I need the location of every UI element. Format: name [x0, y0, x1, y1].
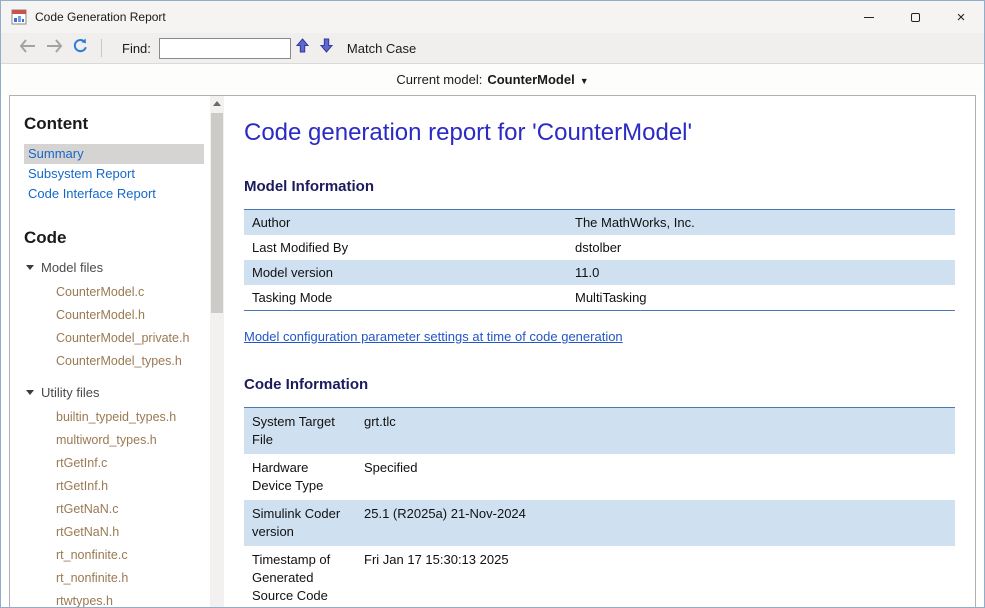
window-title: Code Generation Report	[35, 10, 166, 24]
row-label: Model version	[244, 260, 567, 285]
current-model-bar: Current model: CounterModel ▼	[1, 64, 984, 95]
table-row: Timestamp of Generated Source Code Fri J…	[244, 546, 955, 607]
row-label: System Target File	[244, 408, 356, 455]
sidebar: Content Summary Subsystem Report Code In…	[10, 96, 210, 607]
code-information-table: System Target File grt.tlc Hardware Devi…	[244, 407, 955, 607]
current-model-label: Current model:	[396, 72, 482, 87]
table-row: Tasking Mode MultiTasking	[244, 285, 955, 311]
row-label: Timestamp of Generated Source Code	[244, 546, 356, 607]
table-row: Hardware Device Type Specified	[244, 454, 955, 500]
sidebar-item-subsystem-report[interactable]: Subsystem Report	[24, 164, 204, 184]
toolbar-separator	[101, 39, 102, 57]
code-information-heading: Code Information	[244, 376, 955, 393]
model-information-table: Author The MathWorks, Inc. Last Modified…	[244, 209, 955, 311]
current-model-dropdown[interactable]: Current model: CounterModel ▼	[396, 72, 588, 87]
file-link[interactable]: multiword_types.h	[24, 429, 210, 452]
current-model-name: CounterModel	[487, 72, 574, 87]
row-value: dstolber	[567, 235, 955, 260]
row-value: The MathWorks, Inc.	[567, 210, 955, 236]
row-label: Hardware Device Type	[244, 454, 356, 500]
file-link[interactable]: CounterModel.c	[24, 281, 210, 304]
page-title: Code generation report for 'CounterModel…	[244, 118, 955, 148]
scroll-up-icon	[213, 101, 221, 106]
row-value: MultiTasking	[567, 285, 955, 311]
content-heading: Content	[24, 114, 210, 134]
back-button[interactable]	[15, 36, 41, 60]
forward-button[interactable]	[41, 36, 67, 60]
row-value: Specified	[356, 454, 955, 500]
find-next-icon	[320, 38, 333, 58]
close-button[interactable]: ×	[938, 1, 984, 33]
file-link[interactable]: CounterModel.h	[24, 304, 210, 327]
report-icon	[11, 9, 27, 25]
refresh-icon	[72, 38, 89, 59]
window-controls: ×	[846, 1, 984, 33]
configuration-settings-link[interactable]: Model configuration parameter settings a…	[244, 329, 623, 344]
find-toolbar: Find: Match Case	[1, 33, 984, 64]
model-information-heading: Model Information	[244, 178, 955, 195]
minimize-button[interactable]	[846, 1, 892, 33]
tree-group-label: Utility files	[41, 385, 100, 400]
row-label: Last Modified By	[244, 235, 567, 260]
collapse-icon	[26, 265, 34, 270]
forward-icon	[45, 39, 63, 58]
file-link[interactable]: rt_nonfinite.h	[24, 567, 210, 590]
report-main: Code generation report for 'CounterModel…	[224, 96, 975, 607]
row-value: Fri Jan 17 15:30:13 2025	[356, 546, 955, 607]
find-previous-button[interactable]	[291, 36, 315, 60]
scrollbar-up-button[interactable]	[210, 96, 224, 111]
match-case-toggle[interactable]: Match Case	[347, 41, 416, 56]
sidebar-item-code-interface-report[interactable]: Code Interface Report	[24, 184, 204, 204]
tree-group-model-files[interactable]: Model files	[26, 260, 210, 275]
file-link[interactable]: rt_nonfinite.c	[24, 544, 210, 567]
row-label: Simulink Coder version	[244, 500, 356, 546]
row-value: grt.tlc	[356, 408, 955, 455]
refresh-button[interactable]	[67, 36, 93, 60]
table-row: System Target File grt.tlc	[244, 408, 955, 455]
file-link[interactable]: rtGetInf.h	[24, 475, 210, 498]
file-link[interactable]: CounterModel_types.h	[24, 350, 210, 373]
row-label: Author	[244, 210, 567, 236]
table-row: Last Modified By dstolber	[244, 235, 955, 260]
back-icon	[19, 39, 37, 58]
minimize-icon	[864, 17, 874, 18]
file-link[interactable]: CounterModel_private.h	[24, 327, 210, 350]
table-row: Author The MathWorks, Inc.	[244, 210, 955, 236]
find-label: Find:	[122, 41, 151, 56]
file-link[interactable]: rtGetInf.c	[24, 452, 210, 475]
tree-group-label: Model files	[41, 260, 103, 275]
maximize-icon	[911, 13, 920, 22]
find-input[interactable]	[159, 38, 291, 59]
tree-group-utility-files[interactable]: Utility files	[26, 385, 210, 400]
table-row: Model version 11.0	[244, 260, 955, 285]
row-label: Tasking Mode	[244, 285, 567, 311]
code-heading: Code	[24, 228, 210, 248]
table-row: Simulink Coder version 25.1 (R2025a) 21-…	[244, 500, 955, 546]
content-area: Content Summary Subsystem Report Code In…	[9, 95, 976, 607]
maximize-button[interactable]	[892, 1, 938, 33]
scrollbar-thumb[interactable]	[211, 113, 223, 313]
file-link[interactable]: rtGetNaN.h	[24, 521, 210, 544]
sidebar-item-summary[interactable]: Summary	[24, 144, 204, 164]
sidebar-scrollbar[interactable]	[210, 96, 224, 607]
find-next-button[interactable]	[315, 36, 339, 60]
code-generation-report-window: Code Generation Report ×	[0, 0, 985, 608]
row-value: 11.0	[567, 260, 955, 285]
row-value: 25.1 (R2025a) 21-Nov-2024	[356, 500, 955, 546]
file-link[interactable]: rtGetNaN.c	[24, 498, 210, 521]
find-previous-icon	[296, 38, 309, 58]
file-link[interactable]: rtwtypes.h	[24, 590, 210, 607]
file-link[interactable]: builtin_typeid_types.h	[24, 406, 210, 429]
collapse-icon	[26, 390, 34, 395]
title-bar: Code Generation Report ×	[1, 1, 984, 33]
dropdown-arrow-icon: ▼	[580, 76, 589, 86]
close-icon: ×	[957, 10, 966, 25]
